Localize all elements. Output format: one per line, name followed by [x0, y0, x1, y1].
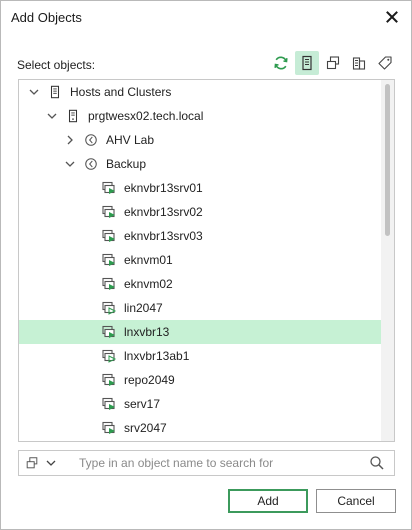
- chevron-down-icon[interactable]: [45, 109, 59, 123]
- tree-item-label: serv17: [124, 397, 161, 411]
- search-input[interactable]: [69, 452, 349, 474]
- tree-item[interactable]: eknvbr13srv02: [19, 200, 383, 224]
- tree-item[interactable]: prgtwesx02.tech.local: [19, 104, 383, 128]
- tree-item-label: lnxvbr13: [124, 325, 170, 339]
- view-toolbar: [269, 51, 397, 77]
- vm-running-icon: [101, 228, 117, 244]
- vms-view-icon: [26, 457, 38, 469]
- dialog-title: Add Objects: [11, 10, 82, 25]
- search-scope-dropdown[interactable]: [19, 451, 69, 475]
- hosts-clusters-icon: [47, 84, 63, 100]
- vms-view-button[interactable]: [321, 51, 345, 75]
- vm-running-icon: [101, 204, 117, 220]
- tags-view-icon: [378, 56, 392, 70]
- tree-scrollbar[interactable]: [381, 80, 394, 441]
- chevron-down-icon[interactable]: [63, 157, 77, 171]
- tree-item[interactable]: lnxvbr13: [19, 320, 383, 344]
- select-objects-label: Select objects:: [17, 58, 96, 72]
- tree-item[interactable]: serv17: [19, 392, 383, 416]
- tags-view-button[interactable]: [373, 51, 397, 75]
- tree-item[interactable]: lin2047: [19, 296, 383, 320]
- vms-view-icon: [326, 56, 340, 70]
- tree-item[interactable]: Backup: [19, 152, 383, 176]
- chevron-down-icon[interactable]: [27, 85, 41, 99]
- tree-scroll-thumb[interactable]: [385, 84, 390, 236]
- tree-item-label: eknvm02: [124, 277, 173, 291]
- tree-item[interactable]: eknvbr13srv03: [19, 224, 383, 248]
- hosts-view-icon: [302, 55, 312, 71]
- resource-pool-icon: [83, 156, 99, 172]
- tree-item-label: srv2047: [124, 421, 167, 435]
- chevron-right-icon[interactable]: [63, 133, 77, 147]
- object-tree[interactable]: Hosts and Clusters prgtwesx02.tech.local A…: [18, 79, 395, 442]
- add-button[interactable]: Add: [228, 489, 308, 513]
- close-icon: [386, 11, 398, 23]
- host-server-icon: [65, 108, 81, 124]
- datastores-view-button[interactable]: [347, 51, 371, 75]
- vm-stopped-icon: [101, 300, 117, 316]
- tree-item[interactable]: lnxvbr13ab1: [19, 344, 383, 368]
- tree-item-label: repo2049: [124, 373, 175, 387]
- tree-item[interactable]: eknvm02: [19, 272, 383, 296]
- add-objects-dialog: Add Objects Select objects: Hosts and Cl…: [0, 0, 412, 530]
- tree-item[interactable]: Hosts and Clusters: [19, 80, 383, 104]
- tree-item[interactable]: eknvm01: [19, 248, 383, 272]
- cancel-button[interactable]: Cancel: [316, 489, 396, 513]
- tree-item-label: lnxvbr13ab1: [124, 349, 190, 363]
- tree-item[interactable]: srv2047: [19, 416, 383, 440]
- tree-item-label: AHV Lab: [106, 133, 155, 147]
- datastores-view-icon: [352, 57, 366, 70]
- refresh-icon: [274, 56, 288, 70]
- tree-item-label: eknvbr13srv01: [124, 181, 203, 195]
- vm-running-icon: [101, 276, 117, 292]
- refresh-button[interactable]: [269, 51, 293, 75]
- resource-pool-icon: [83, 132, 99, 148]
- tree-item-label: Backup: [106, 157, 147, 171]
- tree-item[interactable]: eknvbr13srv01: [19, 176, 383, 200]
- vm-running-icon: [101, 324, 117, 340]
- vm-running-icon: [101, 372, 117, 388]
- vm-running-icon: [101, 420, 117, 436]
- tree-item-label: lin2047: [124, 301, 163, 315]
- tree-item-label: prgtwesx02.tech.local: [88, 109, 204, 123]
- tree-item-label: eknvbr13srv03: [124, 229, 203, 243]
- tree-item-label: eknvbr13srv02: [124, 205, 203, 219]
- vm-running-icon: [101, 396, 117, 412]
- close-button[interactable]: [381, 6, 403, 28]
- vm-running-icon: [101, 180, 117, 196]
- tree-item-label: Hosts and Clusters: [70, 85, 172, 99]
- object-search-bar: [18, 450, 395, 476]
- chevron-down-icon: [46, 460, 56, 466]
- search-button[interactable]: [368, 454, 386, 472]
- select-objects-header: Select objects:: [17, 49, 397, 79]
- vm-stopped-icon: [101, 348, 117, 364]
- tree-item[interactable]: AHV Lab: [19, 128, 383, 152]
- tree-item-label: eknvm01: [124, 253, 173, 267]
- search-icon: [370, 456, 384, 470]
- title-bar: Add Objects: [1, 1, 411, 35]
- hosts-view-button[interactable]: [295, 51, 319, 75]
- vm-running-icon: [101, 252, 117, 268]
- tree-item[interactable]: repo2049: [19, 368, 383, 392]
